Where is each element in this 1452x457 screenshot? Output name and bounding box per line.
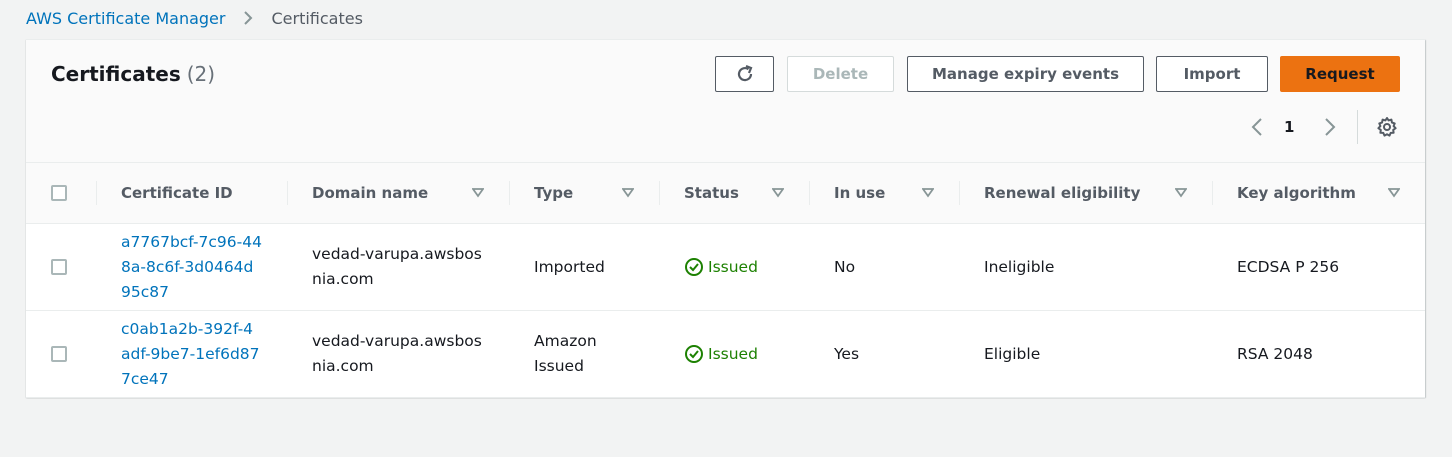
refresh-button[interactable] [715,56,774,92]
sort-down-icon [622,188,634,198]
pagination-divider [1357,110,1358,144]
renewal-eligibility-value: Eligible [959,310,1212,398]
sort-down-icon [472,188,484,198]
key-algorithm-value: ECDSA P 256 [1212,223,1425,311]
table-row[interactable]: a7767bcf-7c96-448a-8c6f-3d0464d95c87 ved… [26,223,1425,311]
key-algorithm-value: RSA 2048 [1212,310,1425,398]
in-use-value: Yes [809,310,959,398]
check-circle-icon [685,258,703,276]
status-badge: Issued [684,342,784,367]
column-header-key-algorithm[interactable]: Key algorithm [1212,163,1425,224]
certificate-type: Imported [509,223,659,311]
table-row[interactable]: c0ab1a2b-392f-4adf-9be7-1ef6d877ce47 ved… [26,310,1425,398]
status-badge: Issued [684,255,784,280]
breadcrumb-current: Certificates [271,8,363,28]
panel-header: Certificates (2) Delete Manage expiry ev… [26,40,1425,163]
row-checkbox[interactable] [51,259,67,275]
sort-down-icon [1175,188,1187,198]
certificate-type: Amazon Issued [509,310,659,398]
sort-down-icon [1388,188,1400,198]
check-circle-icon [685,345,703,363]
chevron-left-icon [1251,118,1262,136]
row-checkbox[interactable] [51,346,67,362]
select-all-checkbox[interactable] [51,185,67,201]
panel-title: Certificates [51,62,181,86]
sort-down-icon [922,188,934,198]
breadcrumb-aws-certificate-manager[interactable]: AWS Certificate Manager [26,9,225,28]
domain-name: vedad-varupa.awsbosnia.com [312,245,482,288]
request-button[interactable]: Request [1280,56,1400,92]
preferences-button[interactable] [1375,112,1399,142]
sort-down-icon [772,188,784,198]
refresh-icon [737,64,752,82]
column-header-in-use[interactable]: In use [809,163,959,224]
manage-expiry-events-button[interactable]: Manage expiry events [907,56,1144,92]
column-header-domain-name[interactable]: Domain name [287,163,509,224]
column-header-certificate-id: Certificate ID [96,163,287,224]
status-text: Issued [708,257,758,276]
domain-name: vedad-varupa.awsbosnia.com [312,332,482,375]
certificate-count: (2) [186,62,216,86]
column-header-type[interactable]: Type [509,163,659,224]
renewal-eligibility-value: Ineligible [959,223,1212,311]
next-page-button[interactable] [1320,112,1340,142]
page-number[interactable]: 1 [1284,112,1294,142]
in-use-value: No [809,223,959,311]
delete-button[interactable]: Delete [787,56,894,92]
chevron-right-icon [243,10,253,26]
column-header-renewal-eligibility[interactable]: Renewal eligibility [959,163,1212,224]
table-header-row: Certificate ID Domain name Type Status I… [26,163,1425,224]
certificate-id-link[interactable]: a7767bcf-7c96-448a-8c6f-3d0464d95c87 [121,233,262,301]
certificate-id-link[interactable]: c0ab1a2b-392f-4adf-9be7-1ef6d877ce47 [121,320,260,388]
gear-icon [1377,117,1397,137]
breadcrumb: AWS Certificate Manager Certificates [26,8,363,28]
column-header-status[interactable]: Status [659,163,809,224]
page-title: Certificates (2) [51,62,215,86]
import-button[interactable]: Import [1156,56,1268,92]
certificates-table: Certificate ID Domain name Type Status I… [26,163,1425,398]
certificates-panel: Certificates (2) Delete Manage expiry ev… [26,39,1425,398]
status-text: Issued [708,344,758,363]
chevron-right-icon [1325,118,1336,136]
previous-page-button[interactable] [1247,112,1267,142]
select-all-cell [26,163,96,224]
